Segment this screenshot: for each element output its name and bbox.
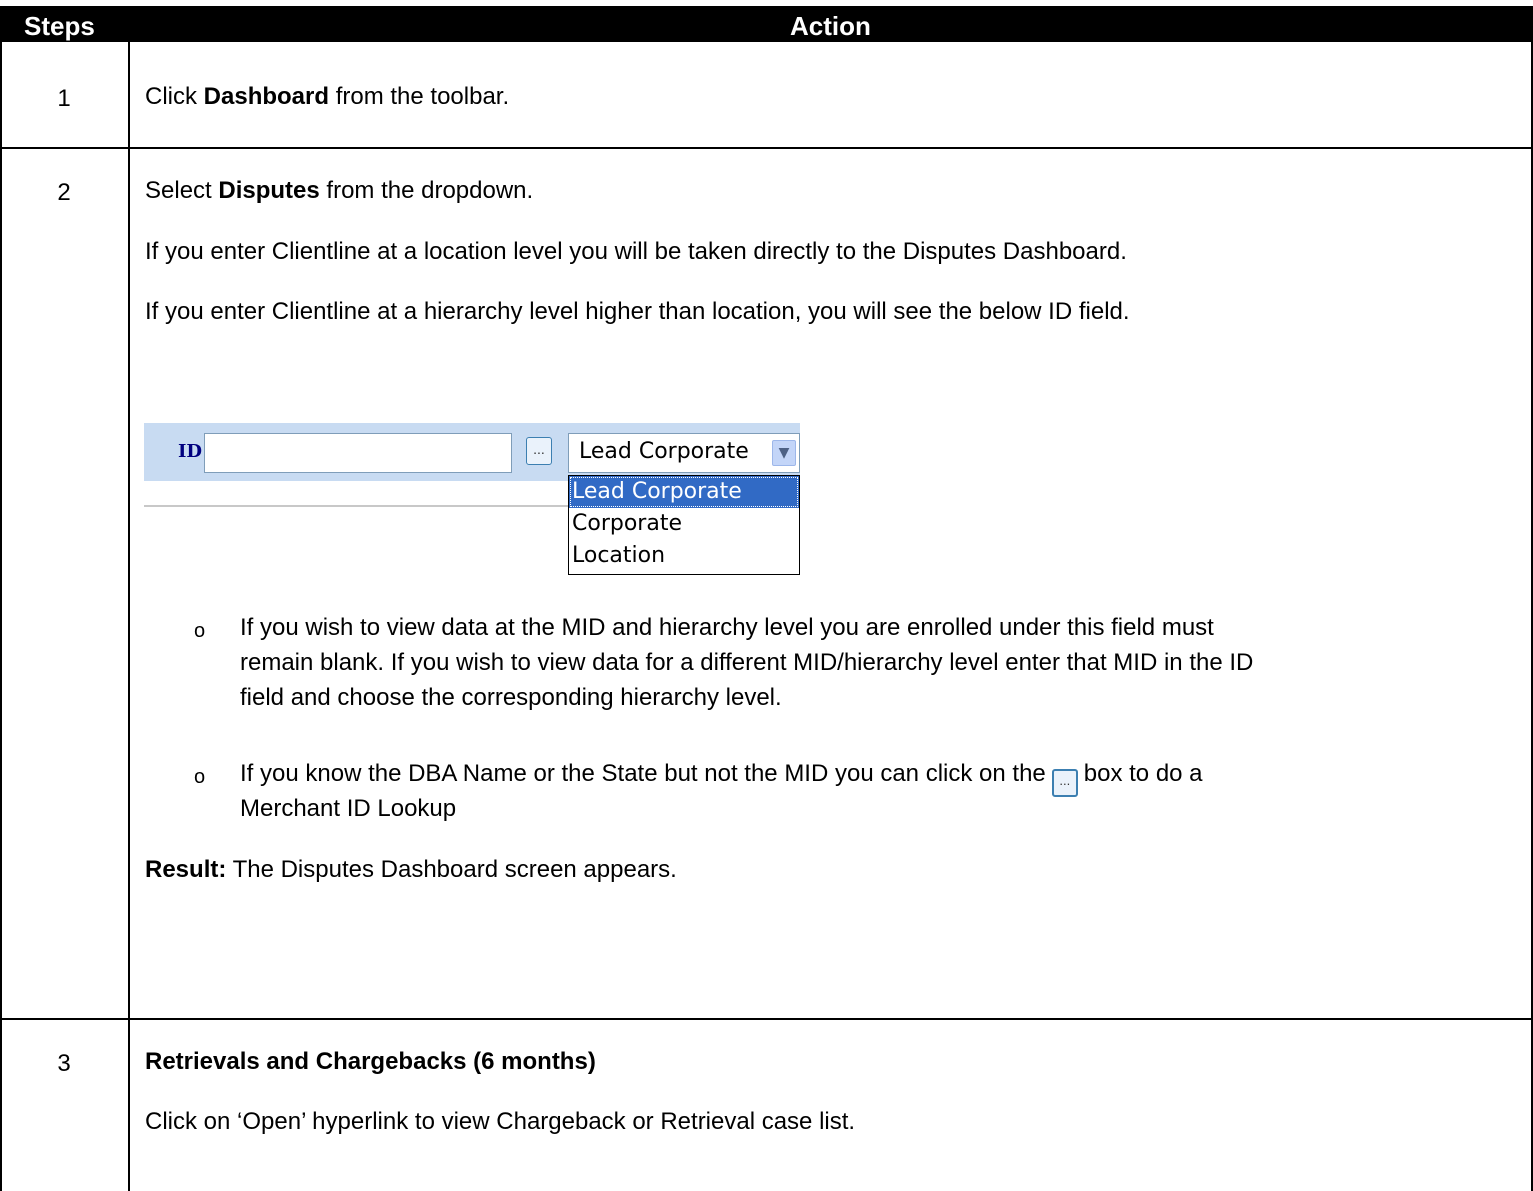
dropdown-option-lead-corporate[interactable]: Lead Corporate	[569, 476, 799, 508]
step-number-2: 2	[57, 179, 71, 206]
table-header: Steps Action	[0, 6, 1533, 42]
bullet-marker-2: o	[194, 766, 206, 788]
row-divider-1	[0, 147, 1533, 149]
bullet-1-line-3: field and choose the corresponding hiera…	[240, 684, 782, 711]
step-2-para-1: If you enter Clientline at a location le…	[145, 238, 1127, 265]
dropdown-option-corporate[interactable]: Corporate	[569, 508, 799, 540]
step-3-para-1: Click on ‘Open’ hyperlink to view Charge…	[145, 1108, 856, 1135]
bullet-2-line-1: If you know the DBA Name or the State bu…	[240, 759, 1203, 797]
row-divider-2	[0, 1018, 1533, 1020]
bullet-marker-1: o	[194, 620, 206, 642]
header-steps: Steps	[24, 11, 95, 41]
separator-line	[144, 505, 568, 507]
hierarchy-select[interactable]: Lead Corporate ▼	[568, 433, 800, 473]
result-label: Result:	[145, 856, 227, 883]
step-number-1: 1	[57, 85, 71, 112]
step-3-title: Retrievals and Chargebacks (6 months)	[145, 1048, 596, 1075]
step-1-text: Click Dashboard from the toolbar.	[145, 83, 510, 110]
hierarchy-select-value: Lead Corporate	[579, 439, 749, 464]
step-number-3: 3	[57, 1050, 71, 1077]
step-2-text: Select Disputes from the dropdown.	[145, 177, 534, 204]
step-2-para-2: If you enter Clientline at a hierarchy l…	[145, 298, 1130, 325]
id-input[interactable]	[204, 433, 512, 473]
hierarchy-dropdown-list: Lead Corporate Corporate Location	[568, 475, 800, 575]
chevron-down-icon[interactable]: ▼	[772, 440, 796, 466]
disputes-term: Disputes	[218, 177, 320, 204]
dashboard-term: Dashboard	[203, 83, 330, 110]
header-action: Action	[790, 11, 871, 41]
merchant-lookup-button[interactable]: ...	[526, 437, 552, 465]
id-label: ID	[178, 441, 203, 462]
step-2-result: Result: The Disputes Dashboard screen ap…	[145, 856, 677, 883]
lookup-box-icon: ...	[1051, 769, 1078, 797]
bullet-1-line-2: remain blank. If you wish to view data f…	[240, 649, 1254, 676]
bullet-1-line-1: If you wish to view data at the MID and …	[240, 614, 1214, 641]
bullet-2-line-2: Merchant ID Lookup	[240, 795, 457, 822]
dropdown-option-location[interactable]: Location	[569, 540, 799, 572]
